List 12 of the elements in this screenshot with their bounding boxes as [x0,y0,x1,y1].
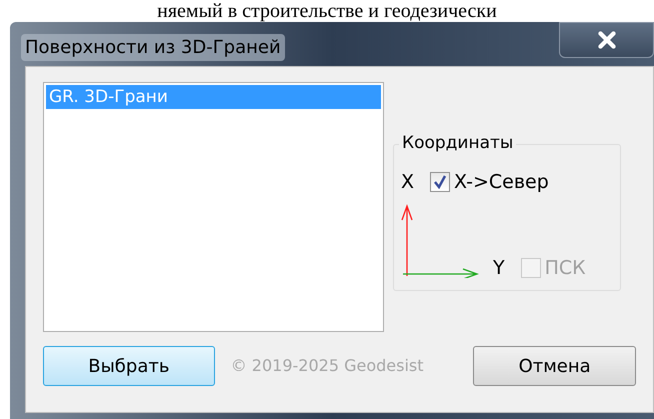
checkbox-label: ПСК [544,256,586,281]
checkmark-icon [433,175,448,190]
close-button[interactable] [559,22,654,58]
checkbox-label: X->Север [454,170,549,195]
select-button[interactable]: Выбрать [43,346,215,386]
document-text: няемый в строительстве и геодезически [157,0,497,22]
copyright-text: © 2019-2025 Geodesist [230,355,425,377]
checkbox[interactable] [430,172,450,192]
window-title: Поверхности из 3D-Граней [21,34,285,61]
cancel-button[interactable]: Отмена [473,346,636,386]
axis-label: Y [493,256,505,281]
axis-label: X [401,170,414,195]
